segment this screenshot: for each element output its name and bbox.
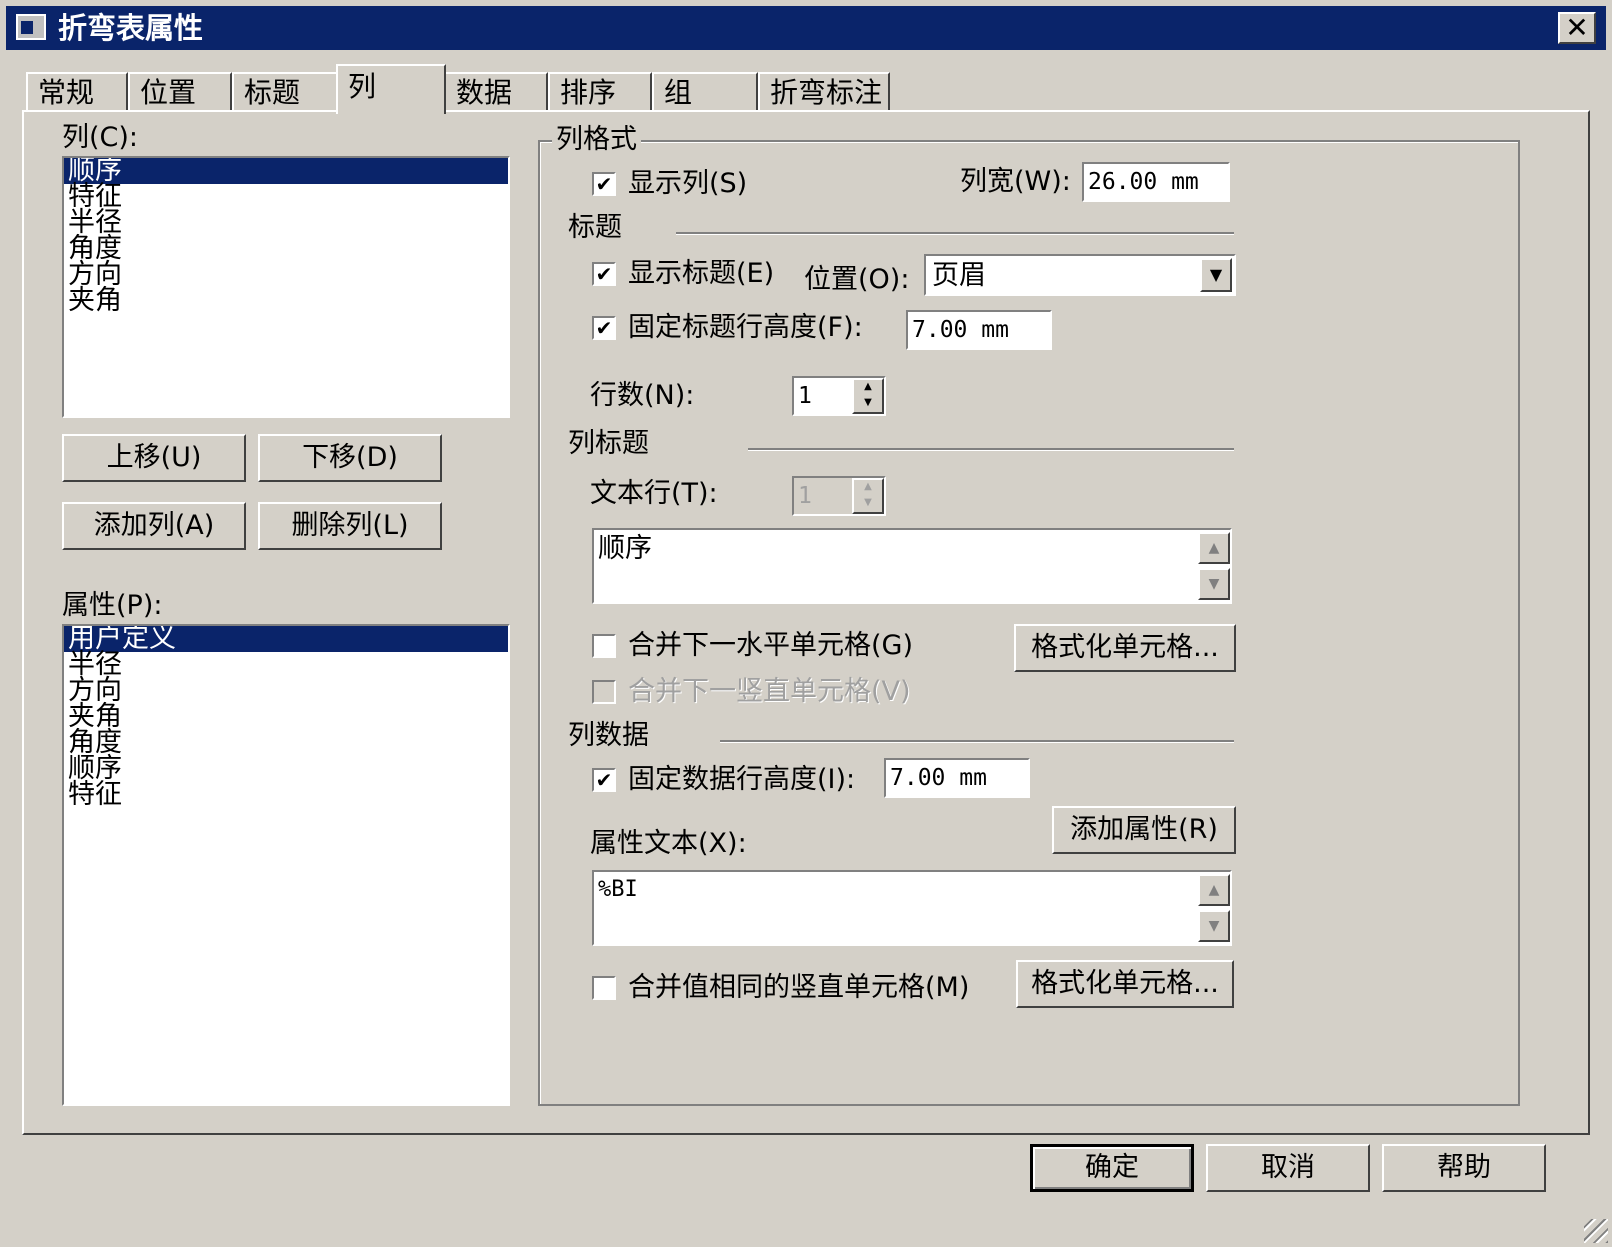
show-header-checkbox[interactable]: ✔ bbox=[592, 262, 616, 286]
header-separator bbox=[676, 232, 1234, 235]
column-width-label: 列宽(W): bbox=[960, 166, 1071, 197]
merge-horizontal-label: 合并下一水平单元格(G) bbox=[628, 630, 913, 661]
columns-listbox[interactable]: 顺序 特征 半径 角度 方向 夹角 bbox=[62, 156, 510, 418]
column-data-section-label: 列数据 bbox=[568, 720, 649, 751]
fixed-header-height-checkbox[interactable]: ✔ bbox=[592, 316, 616, 340]
list-item[interactable]: 半径 bbox=[64, 209, 508, 236]
text-row-label: 文本行(T): bbox=[590, 478, 718, 509]
header-section-label: 标题 bbox=[568, 212, 622, 243]
fixed-header-height-label: 固定标题行高度(F): bbox=[628, 312, 863, 343]
format-cell-button-1[interactable]: 格式化单元格... bbox=[1014, 624, 1236, 672]
window-title: 折弯表属性 bbox=[58, 11, 204, 45]
window-icon bbox=[16, 14, 46, 40]
scroll-down-icon[interactable]: ▼ bbox=[1198, 568, 1230, 600]
scroll-up-icon[interactable]: ▲ bbox=[1198, 532, 1230, 564]
columns-label: 列(C): bbox=[62, 122, 139, 153]
column-header-section-label: 列标题 bbox=[568, 428, 649, 459]
merge-same-vertical-checkbox[interactable] bbox=[592, 976, 616, 1000]
header-height-input[interactable]: 7.00 mm bbox=[906, 310, 1052, 350]
spin-down-icon: ▼ bbox=[864, 497, 872, 508]
list-item[interactable]: 夹角 bbox=[64, 703, 508, 730]
chevron-down-icon[interactable]: ▼ bbox=[1200, 258, 1232, 292]
list-item[interactable]: 半径 bbox=[64, 651, 508, 678]
text-row-spinner: ▲ ▼ bbox=[852, 478, 884, 514]
position-value: 页眉 bbox=[932, 260, 986, 291]
spin-up-icon: ▲ bbox=[864, 481, 872, 492]
property-text-value: %BI bbox=[598, 877, 638, 902]
merge-same-vertical-label: 合并值相同的竖直单元格(M) bbox=[628, 972, 970, 1003]
tab-position[interactable]: 位置 bbox=[128, 72, 232, 112]
header-text-area[interactable]: 顺序 ▲ ▼ bbox=[592, 528, 1232, 604]
merge-horizontal-checkbox[interactable] bbox=[592, 634, 616, 658]
tab-bend-annotation[interactable]: 折弯标注 bbox=[758, 72, 890, 112]
rows-label: 行数(N): bbox=[590, 380, 695, 411]
resize-grip-icon[interactable] bbox=[1584, 1219, 1608, 1243]
properties-label: 属性(P): bbox=[62, 590, 163, 621]
list-item[interactable]: 顺序 bbox=[64, 755, 508, 782]
list-item[interactable]: 方向 bbox=[64, 677, 508, 704]
close-button[interactable]: ✕ bbox=[1558, 12, 1596, 44]
rows-spinner[interactable]: ▲ ▼ bbox=[852, 378, 884, 414]
text-row-value: 1 bbox=[798, 483, 812, 509]
list-item[interactable]: 夹角 bbox=[64, 287, 508, 314]
tab-data[interactable]: 数据 bbox=[444, 72, 548, 112]
position-dropdown[interactable]: 页眉 ▼ bbox=[924, 254, 1236, 296]
list-item[interactable]: 方向 bbox=[64, 261, 508, 288]
rows-value: 1 bbox=[798, 383, 812, 409]
spin-down-icon[interactable]: ▼ bbox=[854, 396, 882, 412]
move-up-button[interactable]: 上移(U) bbox=[62, 434, 246, 482]
add-column-button[interactable]: 添加列(A) bbox=[62, 502, 246, 550]
tab-group[interactable]: 组 bbox=[652, 72, 758, 112]
tab-sort[interactable]: 排序 bbox=[548, 72, 652, 112]
list-item[interactable]: 角度 bbox=[64, 235, 508, 262]
help-button[interactable]: 帮助 bbox=[1382, 1144, 1546, 1192]
title-bar: 折弯表属性 ✕ bbox=[6, 6, 1606, 50]
add-property-button[interactable]: 添加属性(R) bbox=[1052, 806, 1236, 854]
show-header-label: 显示标题(E) bbox=[628, 258, 775, 289]
merge-vertical-checkbox bbox=[592, 680, 616, 704]
header-text-value: 顺序 bbox=[598, 533, 652, 564]
column-header-separator bbox=[748, 448, 1234, 451]
scroll-down-icon[interactable]: ▼ bbox=[1198, 910, 1230, 942]
column-data-separator bbox=[720, 740, 1234, 743]
spin-up-icon[interactable]: ▲ bbox=[854, 380, 882, 396]
property-text-area[interactable]: %BI ▲ ▼ bbox=[592, 870, 1232, 946]
fixed-data-height-checkbox[interactable]: ✔ bbox=[592, 768, 616, 792]
show-column-checkbox[interactable]: ✔ bbox=[592, 172, 616, 196]
merge-vertical-label: 合并下一竖直单元格(V) bbox=[628, 676, 911, 707]
tab-columns[interactable]: 列 bbox=[336, 64, 446, 114]
list-item[interactable]: 特征 bbox=[64, 781, 508, 808]
tab-header[interactable]: 标题 bbox=[232, 72, 338, 112]
tab-general[interactable]: 常规 bbox=[26, 72, 128, 112]
scroll-up-icon[interactable]: ▲ bbox=[1198, 874, 1230, 906]
column-width-input[interactable]: 26.00 mm bbox=[1082, 162, 1230, 202]
format-cell-button-2[interactable]: 格式化单元格... bbox=[1016, 960, 1234, 1008]
ok-button[interactable]: 确定 bbox=[1030, 1144, 1194, 1192]
list-item[interactable]: 特征 bbox=[64, 183, 508, 210]
data-height-input[interactable]: 7.00 mm bbox=[884, 758, 1030, 798]
show-column-label: 显示列(S) bbox=[628, 168, 748, 199]
column-format-label: 列格式 bbox=[552, 124, 641, 156]
fixed-data-height-label: 固定数据行高度(I): bbox=[628, 764, 856, 795]
list-item[interactable]: 用户定义 bbox=[64, 626, 508, 652]
property-text-label: 属性文本(X): bbox=[590, 828, 747, 859]
position-label: 位置(O): bbox=[804, 264, 910, 295]
list-item[interactable]: 顺序 bbox=[64, 158, 508, 184]
properties-listbox[interactable]: 用户定义 半径 方向 夹角 角度 顺序 特征 bbox=[62, 624, 510, 1106]
move-down-button[interactable]: 下移(D) bbox=[258, 434, 442, 482]
delete-column-button[interactable]: 删除列(L) bbox=[258, 502, 442, 550]
cancel-button[interactable]: 取消 bbox=[1206, 1144, 1370, 1192]
list-item[interactable]: 角度 bbox=[64, 729, 508, 756]
